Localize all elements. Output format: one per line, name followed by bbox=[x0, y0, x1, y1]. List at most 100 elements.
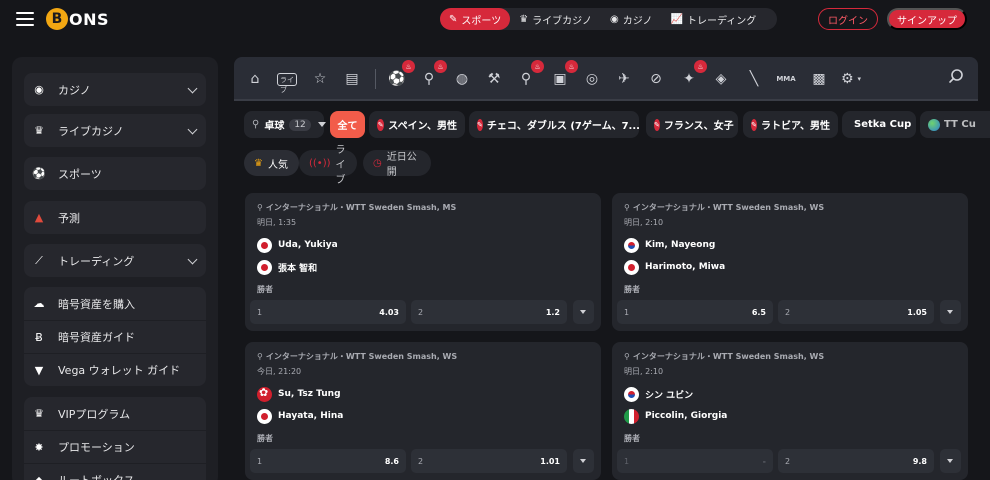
tab-upcoming[interactable]: ◷ 近日公開 bbox=[363, 150, 431, 178]
league-icon: ✎ bbox=[654, 118, 660, 131]
odds-button-1[interactable]: 1 4.03 bbox=[250, 300, 406, 324]
chip-league[interactable]: ✎ スペイン、男性 bbox=[369, 111, 465, 138]
italy-flag-icon bbox=[624, 408, 639, 424]
loot-box-icon: ◆ bbox=[34, 473, 44, 480]
topnav-trading[interactable]: 📈 トレーディング bbox=[662, 8, 766, 30]
home-icon[interactable]: ⌂ bbox=[245, 69, 265, 89]
sidebar-item-promotions[interactable]: ✸ プロモーション bbox=[24, 430, 206, 463]
more-markets-button[interactable] bbox=[573, 300, 594, 324]
sport-selector-dropdown[interactable]: ⚲ 卓球 12 bbox=[244, 111, 326, 138]
league-icon: ✎ bbox=[751, 118, 757, 131]
logo-text: ONS bbox=[69, 9, 110, 29]
sidebar-item-buy-crypto[interactable]: ☁ 暗号資産を購入 bbox=[24, 287, 206, 320]
hamburger-menu-icon[interactable] bbox=[16, 12, 34, 26]
japan-flag-icon bbox=[624, 259, 639, 275]
chip-league[interactable]: Setka Cup bbox=[842, 111, 916, 138]
favorites-star-icon[interactable]: ☆ bbox=[310, 69, 330, 89]
badminton-icon[interactable]: ⊘ bbox=[646, 69, 666, 89]
site-logo[interactable]: B ONS bbox=[46, 8, 109, 30]
more-markets-button[interactable] bbox=[940, 449, 961, 473]
chip-league[interactable]: ✎ フランス、女子 bbox=[646, 111, 738, 138]
top-nav: ✎ スポーツ ♛ ライブカジノ ◉ カジノ 📈 トレーディング bbox=[440, 8, 778, 30]
sidebar-item-prediction[interactable]: ▲ 予測 bbox=[24, 201, 206, 234]
star-icon: ✸ bbox=[34, 440, 44, 454]
market-label: 勝者 bbox=[624, 285, 640, 294]
sidebar-item-vega-wallet-guide[interactable]: ▼ Vega ウォレット ガイド bbox=[24, 353, 206, 386]
more-markets-button[interactable] bbox=[940, 300, 961, 324]
mma-icon[interactable]: MMA bbox=[776, 69, 796, 89]
darts-icon[interactable]: ✈ bbox=[614, 69, 634, 89]
team-2: Hayata, Hina bbox=[257, 408, 343, 424]
vega-icon: ▼ bbox=[34, 363, 44, 377]
table-tennis-icon[interactable]: ⚲ ♨ bbox=[516, 60, 544, 89]
sidebar-item-vip-program[interactable]: ♛ VIPプログラム bbox=[24, 397, 206, 430]
tab-popular[interactable]: ♛ 人気 bbox=[244, 150, 299, 176]
odds-button-2[interactable]: 2 1.05 bbox=[778, 300, 934, 324]
chip-league[interactable]: TT Cu bbox=[920, 111, 990, 138]
topnav-sports[interactable]: ✎ スポーツ bbox=[440, 8, 511, 30]
sidebar-item-live-casino[interactable]: ♛ ライブカジノ bbox=[24, 114, 206, 147]
basketball-icon[interactable]: ◍ bbox=[452, 69, 472, 89]
chip-league[interactable]: ✎ チェコ、ダブルス (7ゲーム、7... bbox=[469, 111, 639, 138]
sidebar-group-rewards: ♛VIPプログラム ✸プロモーション ◆ルートボックス bbox=[24, 397, 206, 480]
match-card[interactable]: ⚲ インターナショナル・WTT Sweden Smash, MS 明日, 1:35… bbox=[245, 193, 601, 331]
chevron-down-icon bbox=[187, 83, 198, 94]
sports-icon: ✎ bbox=[449, 13, 458, 25]
cyber-icon[interactable]: ▩ bbox=[809, 69, 829, 89]
topnav-live-casino[interactable]: ♛ ライブカジノ bbox=[510, 8, 601, 30]
hockey-icon[interactable]: ⚒ bbox=[484, 69, 504, 89]
chip-league[interactable]: ✎ ラトビア、男性 bbox=[743, 111, 838, 138]
sidebar-item-crypto-guide[interactable]: Ƀ 暗号資産ガイド bbox=[24, 320, 206, 353]
more-sports-icon[interactable]: ⚙ ▾ bbox=[841, 69, 861, 89]
tab-live[interactable]: ((•)) ライブ bbox=[299, 145, 357, 186]
match-card[interactable]: ⚲ インターナショナル・WTT Sweden Smash, WS 明日, 2:10… bbox=[612, 193, 968, 331]
more-markets-button[interactable] bbox=[573, 449, 594, 473]
match-time: 明日, 2:10 bbox=[624, 367, 664, 376]
soccer-icon[interactable]: ⚽ ♨ bbox=[387, 60, 415, 89]
match-card[interactable]: ⚲ インターナショナル・WTT Sweden Smash, WS 今日, 21:2… bbox=[245, 342, 601, 480]
table-tennis-icon: ⚲ bbox=[252, 119, 260, 130]
signup-button[interactable]: サインアップ bbox=[887, 8, 967, 30]
globe-icon bbox=[928, 118, 940, 131]
team-1: Su, Tsz Tung bbox=[257, 386, 341, 402]
odds-button-1[interactable]: 1 6.5 bbox=[617, 300, 773, 324]
odds-button-2[interactable]: 2 1.01 bbox=[411, 449, 567, 473]
fire-icon: ♨ bbox=[565, 60, 578, 73]
sidebar-item-trading[interactable]: ⟋ トレーディング bbox=[24, 244, 206, 277]
counter-strike-icon[interactable]: ╲ bbox=[744, 69, 764, 89]
odds-button-1[interactable]: 1 8.6 bbox=[250, 449, 406, 473]
sports-icon-bar: ⌂ ライブ ☆ ▤ ⚽ ♨ ⚲ ♨ ◍ ⚒ ⚲ ♨ ▣ ♨ ◎ ✈ ⊘ ✦ ♨ ◈ ╲ M… bbox=[234, 57, 978, 101]
chip-all[interactable]: 全て bbox=[330, 111, 365, 138]
team-2: Piccolin, Giorgia bbox=[624, 408, 727, 424]
live-icon[interactable]: ライブ bbox=[277, 69, 297, 94]
betslip-icon[interactable]: ▤ bbox=[342, 69, 362, 89]
cricket-icon[interactable]: ✦ ♨ bbox=[679, 60, 707, 89]
match-time: 明日, 2:10 bbox=[624, 218, 664, 227]
search-icon[interactable] bbox=[948, 68, 964, 84]
sidebar-item-casino[interactable]: ◉ カジノ bbox=[24, 73, 206, 106]
sport-count-badge: 12 bbox=[289, 118, 311, 131]
chevron-down-icon bbox=[187, 124, 198, 135]
odds-button-2[interactable]: 2 9.8 bbox=[778, 449, 934, 473]
login-button[interactable]: ログイン bbox=[818, 8, 878, 30]
sidebar-item-sports[interactable]: ⚽ スポーツ bbox=[24, 157, 206, 190]
korea-flag-icon bbox=[624, 237, 639, 253]
tennis-icon[interactable]: ⚲ ♨ bbox=[419, 60, 447, 89]
sidebar-item-loot-box[interactable]: ◆ルートボックス bbox=[24, 463, 206, 480]
match-card[interactable]: ⚲ インターナショナル・WTT Sweden Smash, WS 明日, 2:10… bbox=[612, 342, 968, 480]
match-league: インターナショナル・WTT Sweden Smash, WS bbox=[265, 352, 458, 361]
odds-button-2[interactable]: 2 1.2 bbox=[411, 300, 567, 324]
team-1: Kim, Nayeong bbox=[624, 237, 715, 253]
fire-icon: ♨ bbox=[694, 60, 707, 73]
trading-icon: 📈 bbox=[670, 13, 683, 25]
prediction-icon: ▲ bbox=[34, 211, 44, 224]
topnav-casino[interactable]: ◉ カジノ bbox=[601, 8, 662, 30]
table-tennis-icon: ⚲ bbox=[257, 203, 263, 212]
market-label: 勝者 bbox=[624, 434, 640, 443]
futsal-icon[interactable]: ◈ bbox=[711, 69, 731, 89]
chevron-down-icon bbox=[317, 122, 326, 127]
volleyball-icon[interactable]: ◎ bbox=[582, 69, 602, 89]
piggy-bank-icon: ☁ bbox=[33, 297, 45, 310]
esports-icon[interactable]: ▣ ♨ bbox=[550, 60, 578, 89]
match-league: インターナショナル・WTT Sweden Smash, WS bbox=[632, 203, 825, 212]
